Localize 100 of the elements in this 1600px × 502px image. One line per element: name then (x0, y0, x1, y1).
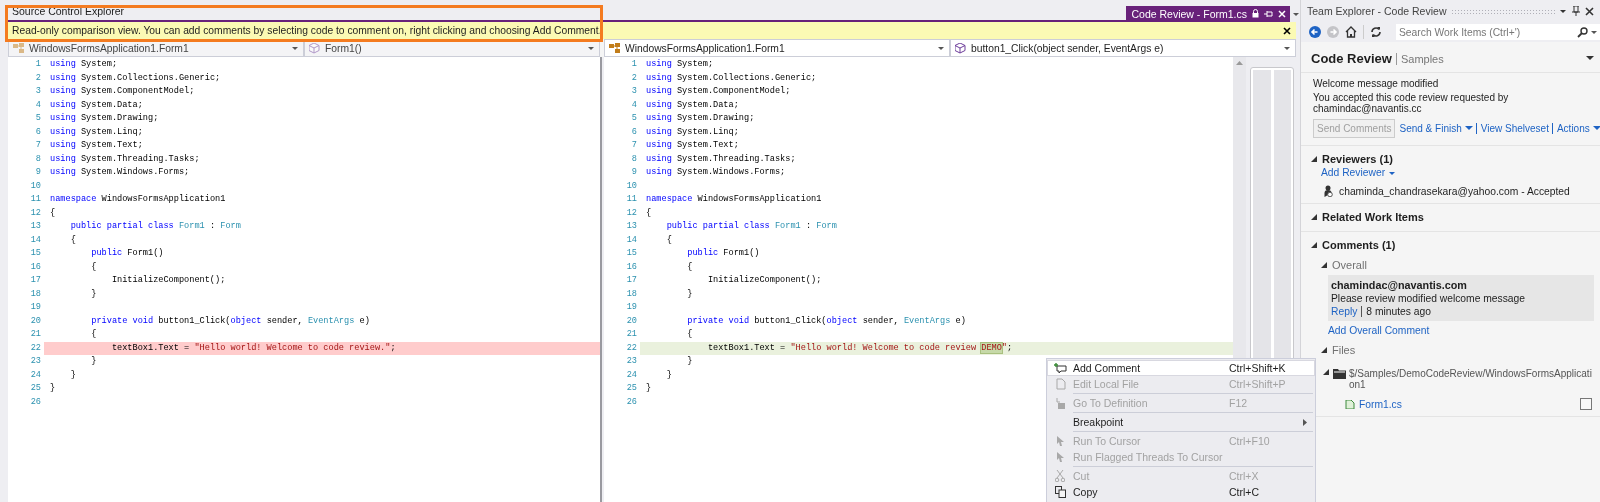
line-number: 22 (29, 341, 42, 355)
code-line: using System.ComponentModel; (645, 85, 791, 98)
menu-item[interactable]: Add Comment Ctrl+Shift+K (1047, 360, 1315, 376)
line-number: 9 (34, 166, 42, 179)
code-line: { (49, 206, 56, 220)
code-line: private void button1_Click(object sender, EventArgs e) (90, 314, 370, 328)
code-line: using System.Drawing; (49, 112, 159, 125)
line-number: 26 (625, 395, 638, 409)
navigation-dropdown[interactable]: WindowsFormsApplication1.Form1 (604, 39, 950, 57)
line-number: 11 (29, 193, 42, 206)
code-line: { (90, 328, 97, 341)
line-number: 3 (630, 85, 638, 98)
code-line: using System.Collections.Generic; (49, 71, 221, 85)
add-reviewer-link[interactable]: Add Reviewer (1321, 167, 1397, 178)
code-line: InitializeComponent(); (706, 274, 822, 287)
code-line: } (69, 368, 76, 382)
line-number: 2 (34, 71, 42, 85)
line-number: 16 (625, 260, 638, 274)
caret-icon (938, 45, 945, 51)
comment-text: Please review modified welcome message (1331, 293, 1526, 304)
line-number: 25 (625, 382, 638, 395)
line-number: 24 (625, 368, 638, 382)
code-line: using System.Collections.Generic; (645, 71, 817, 85)
reply-link[interactable]: Reply (1331, 306, 1358, 317)
menu-item[interactable]: Breakpoint (1047, 414, 1315, 430)
folder-icon (1333, 368, 1346, 379)
page-context: Samples (1395, 52, 1444, 65)
lock-icon (1252, 9, 1259, 18)
document-icon (1054, 378, 1066, 390)
copy-icon (1054, 486, 1066, 498)
section-title: Comments (1) (1322, 239, 1396, 251)
line-number: 7 (630, 139, 638, 152)
refresh-icon (1370, 26, 1382, 38)
line-number: 21 (29, 328, 42, 341)
action-link[interactable]: View Shelveset (1480, 123, 1553, 134)
code-line: } (686, 287, 693, 301)
go-to-icon (1055, 397, 1065, 409)
summary-text: You accepted this code review requested by chamindac@navantis.cc (1313, 92, 1510, 114)
navigation-dropdown[interactable]: button1_Click(object sender, EventArgs e) (950, 39, 1296, 57)
line-number: 9 (630, 166, 638, 179)
code-line: { (686, 260, 693, 274)
line-number: 17 (29, 274, 42, 287)
caret-icon (1284, 45, 1291, 51)
caret-icon (588, 45, 595, 51)
home-icon (1345, 26, 1357, 38)
checkbox[interactable] (1580, 398, 1592, 410)
caret-icon (1389, 170, 1397, 175)
file-icon (1345, 399, 1355, 409)
comment-author: chamindac@navantis.com (1331, 279, 1468, 291)
class-icon (13, 42, 25, 54)
caret-icon (1591, 30, 1597, 34)
code-line: } (90, 287, 97, 301)
action-link[interactable]: Send & Finish (1399, 123, 1477, 134)
menu-item[interactable]: Copy Ctrl+C (1047, 484, 1315, 500)
document-tab[interactable]: Code Review - Form1.cs (1126, 6, 1290, 21)
file-link[interactable]: Form1.cs (1359, 398, 1402, 410)
add-comment-link[interactable]: Add Overall Comment (1328, 325, 1430, 336)
search-icon (1577, 26, 1588, 38)
close-icon (1278, 9, 1286, 18)
code-line: using System; (645, 58, 714, 71)
scroll-up-icon (1236, 61, 1243, 65)
pin-icon (1264, 9, 1273, 18)
info-message: Read-only comparison view. You can add comments by selecting code to comment on, right clicking and choosing Add Comment. (12, 25, 602, 36)
line-number: 8 (630, 152, 638, 166)
group-title: Overall (1332, 259, 1367, 271)
line-number: 12 (625, 206, 638, 220)
line-number: 11 (625, 193, 638, 206)
line-number: 5 (630, 112, 638, 125)
code-line: } (49, 382, 56, 395)
code-line: using System.Text; (645, 139, 739, 152)
caret-icon (1464, 126, 1473, 131)
code-line: using System.ComponentModel; (49, 85, 195, 98)
action-link[interactable]: Actions (1556, 123, 1600, 134)
line-number: 15 (625, 247, 638, 260)
page-title: Code Review (1311, 51, 1392, 66)
code-line: } (645, 382, 652, 395)
line-number: 16 (29, 260, 42, 274)
caret-icon (1592, 126, 1600, 131)
group-title: Files (1332, 344, 1356, 356)
line-number: 13 (29, 220, 42, 233)
close-icon (1283, 26, 1291, 35)
code-line: using System.Threading.Tasks; (49, 152, 200, 166)
line-number: 15 (29, 247, 42, 260)
forward-icon (1327, 26, 1339, 38)
caret-icon (292, 45, 299, 51)
code-line: { (69, 233, 76, 247)
code-line: { (90, 260, 97, 274)
search-field[interactable]: Search Work Items (Ctrl+') (1396, 24, 1600, 40)
code-line: using System.Drawing; (645, 112, 755, 125)
code-line: using System.Windows.Forms; (645, 166, 786, 179)
section-title: Reviewers (1) (1322, 153, 1393, 165)
code-line: using System.Linq; (49, 125, 143, 139)
line-number: 14 (625, 233, 638, 247)
submenu-arrow-icon (1303, 418, 1307, 426)
code-line: namespace WindowsFormsApplication1 (49, 193, 226, 206)
line-number: 26 (29, 395, 42, 409)
add-comment-icon (1053, 362, 1067, 374)
line-number: 3 (34, 85, 42, 98)
code-line: public Form1() (686, 247, 760, 260)
line-number: 12 (29, 206, 42, 220)
